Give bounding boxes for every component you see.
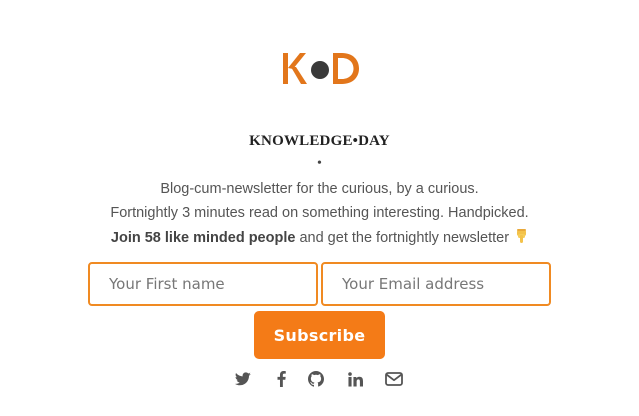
twitter-link[interactable] <box>234 370 252 388</box>
envelope-icon <box>385 372 403 386</box>
first-name-input[interactable] <box>88 262 318 306</box>
join-rest-text: and get the fortnightly newsletter <box>295 230 514 246</box>
twitter-icon <box>235 372 251 386</box>
tagline: Blog-cum-newsletter for the curious, by … <box>160 181 479 197</box>
site-title[interactable]: KNOWLEDGE•DAY <box>0 133 639 150</box>
join-text: Join 58 like minded people and get the f… <box>0 229 639 247</box>
backhand-index-pointing-down-icon <box>515 229 528 247</box>
logo-graphic <box>283 53 359 84</box>
subscribe-button[interactable]: Subscribe <box>254 311 385 359</box>
email-link[interactable] <box>384 370 404 388</box>
github-link[interactable] <box>307 370 325 388</box>
facebook-icon <box>277 371 286 387</box>
title-separator-dot: • <box>317 156 322 171</box>
subscriber-count-text: Join 58 like minded people <box>110 230 296 246</box>
linkedin-link[interactable] <box>346 370 364 388</box>
github-icon <box>308 371 324 387</box>
linkedin-icon <box>347 371 363 387</box>
site-logo[interactable] <box>281 52 361 86</box>
email-input[interactable] <box>321 262 551 306</box>
subtagline: Fortnightly 3 minutes read on something … <box>110 205 529 221</box>
facebook-link[interactable] <box>273 370 289 388</box>
